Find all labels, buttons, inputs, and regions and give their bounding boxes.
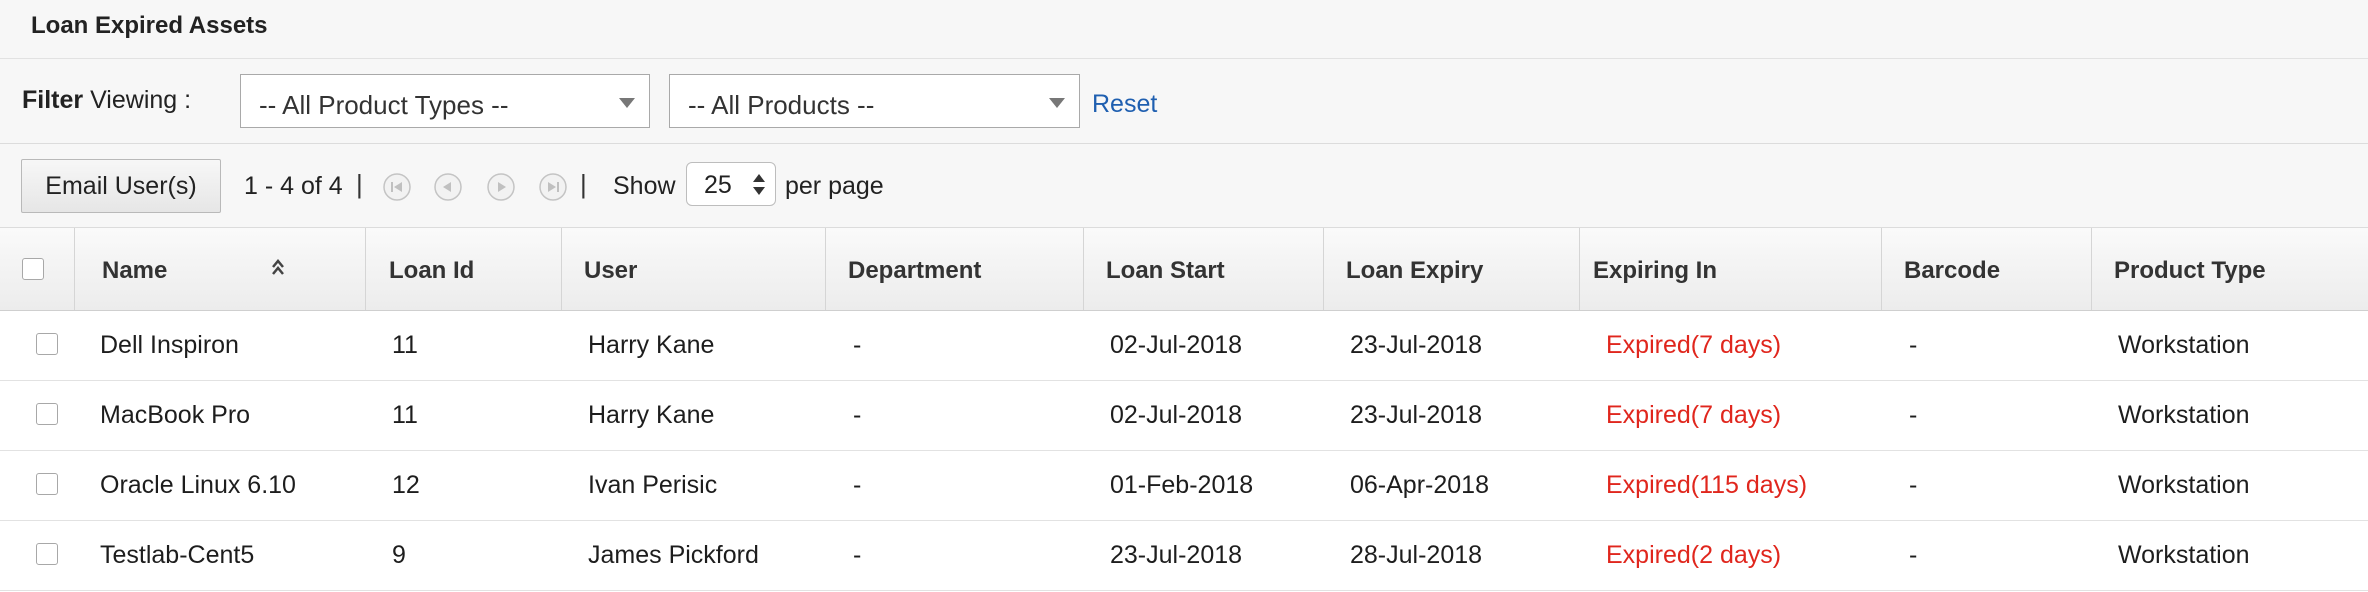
chevron-down-icon <box>1049 98 1065 108</box>
cell-user: Harry Kane <box>588 331 715 359</box>
filter-label: Filter Viewing : <box>22 86 191 115</box>
cell-loan-start: 01-Feb-2018 <box>1110 471 1254 499</box>
sort-ascending-icon[interactable] <box>271 258 285 280</box>
cell-name[interactable]: Testlab-Cent5 <box>100 541 254 570</box>
column-header-name[interactable]: Name <box>74 228 365 310</box>
pagination-separator: | <box>580 169 587 199</box>
cell-barcode: - <box>1909 471 1918 499</box>
cell-user: James Pickford <box>588 541 759 569</box>
column-header-loan-id[interactable]: Loan Id <box>365 228 561 310</box>
select-all-checkbox[interactable] <box>22 258 44 280</box>
cell-user: Ivan Perisic <box>588 471 718 499</box>
row-checkbox[interactable] <box>36 403 58 425</box>
cell-loan-start: 02-Jul-2018 <box>1110 331 1243 359</box>
title-bar: Loan Expired Assets <box>0 0 2368 59</box>
cell-name[interactable]: Oracle Linux 6.10 <box>100 471 296 500</box>
column-header-expiring-in[interactable]: Expiring In <box>1579 228 1881 310</box>
filter-label-rest: Viewing : <box>90 86 192 114</box>
table-row[interactable]: MacBook Pro 11 Harry Kane - 02-Jul-2018 … <box>0 381 2368 451</box>
cell-product-type: Workstation <box>2118 331 2250 359</box>
chevron-down-icon[interactable] <box>753 187 765 195</box>
cell-loan-id: 12 <box>392 471 420 499</box>
cell-barcode: - <box>1909 331 1918 359</box>
table-header: Name Loan Id User Department Loan Start … <box>0 228 2368 311</box>
toolbar: Email User(s) 1 - 4 of 4 | | Show 25 per… <box>0 144 2368 228</box>
row-checkbox[interactable] <box>36 543 58 565</box>
previous-page-icon[interactable] <box>433 172 463 202</box>
column-header-loan-start[interactable]: Loan Start <box>1083 228 1323 310</box>
cell-expiring-in: Expired(7 days) <box>1606 401 1782 429</box>
email-users-button[interactable]: Email User(s) <box>21 159 221 213</box>
product-type-select-value: -- All Product Types -- <box>259 90 509 120</box>
cell-user: Harry Kane <box>588 401 715 429</box>
show-label: Show <box>613 172 676 200</box>
reset-link[interactable]: Reset <box>1092 90 1157 119</box>
product-select-value: -- All Products -- <box>688 90 875 120</box>
last-page-icon[interactable] <box>538 172 568 202</box>
column-header-barcode[interactable]: Barcode <box>1881 228 2091 310</box>
cell-expiring-in: Expired(115 days) <box>1606 471 1808 499</box>
row-checkbox[interactable] <box>36 473 58 495</box>
cell-loan-id: 11 <box>392 401 418 429</box>
chevron-down-icon <box>619 98 635 108</box>
cell-barcode: - <box>1909 401 1918 429</box>
column-header-product-type[interactable]: Product Type <box>2091 228 2368 310</box>
product-type-select[interactable]: -- All Product Types -- <box>240 74 650 128</box>
cell-product-type: Workstation <box>2118 471 2250 499</box>
chevron-up-icon[interactable] <box>753 174 765 182</box>
cell-loan-start: 23-Jul-2018 <box>1110 541 1243 569</box>
cell-barcode: - <box>1909 541 1918 569</box>
column-header-department[interactable]: Department <box>825 228 1083 310</box>
per-page-label: per page <box>785 172 884 200</box>
cell-loan-id: 11 <box>392 331 418 359</box>
cell-product-type: Workstation <box>2118 541 2250 569</box>
row-checkbox[interactable] <box>36 333 58 355</box>
filter-bar: Filter Viewing : -- All Product Types --… <box>0 59 2368 144</box>
column-header-user[interactable]: User <box>561 228 825 310</box>
column-header-loan-expiry[interactable]: Loan Expiry <box>1323 228 1579 310</box>
cell-department: - <box>853 471 862 499</box>
pagination-separator: | <box>356 169 363 199</box>
filter-label-bold: Filter <box>22 86 84 114</box>
cell-expiring-in: Expired(2 days) <box>1606 541 1782 569</box>
cell-loan-expiry: 06-Apr-2018 <box>1350 471 1489 499</box>
first-page-icon[interactable] <box>382 172 412 202</box>
cell-loan-expiry: 23-Jul-2018 <box>1350 401 1483 429</box>
cell-name[interactable]: MacBook Pro <box>100 401 250 430</box>
pagination-range: 1 - 4 of 4 <box>244 172 343 200</box>
per-page-stepper[interactable]: 25 <box>686 162 776 206</box>
table-row[interactable]: Testlab-Cent5 9 James Pickford - 23-Jul-… <box>0 521 2368 591</box>
cell-loan-expiry: 28-Jul-2018 <box>1350 541 1483 569</box>
table-row[interactable]: Oracle Linux 6.10 12 Ivan Perisic - 01-F… <box>0 451 2368 521</box>
cell-loan-start: 02-Jul-2018 <box>1110 401 1243 429</box>
cell-name[interactable]: Dell Inspiron <box>100 331 239 360</box>
page-title: Loan Expired Assets <box>31 12 268 39</box>
cell-loan-expiry: 23-Jul-2018 <box>1350 331 1483 359</box>
cell-expiring-in: Expired(7 days) <box>1606 331 1782 359</box>
per-page-value: 25 <box>704 171 732 199</box>
cell-department: - <box>853 541 862 569</box>
cell-department: - <box>853 401 862 429</box>
cell-loan-id: 9 <box>392 541 406 569</box>
next-page-icon[interactable] <box>486 172 516 202</box>
product-select[interactable]: -- All Products -- <box>669 74 1080 128</box>
cell-department: - <box>853 331 862 359</box>
cell-product-type: Workstation <box>2118 401 2250 429</box>
table-row[interactable]: Dell Inspiron 11 Harry Kane - 02-Jul-201… <box>0 311 2368 381</box>
